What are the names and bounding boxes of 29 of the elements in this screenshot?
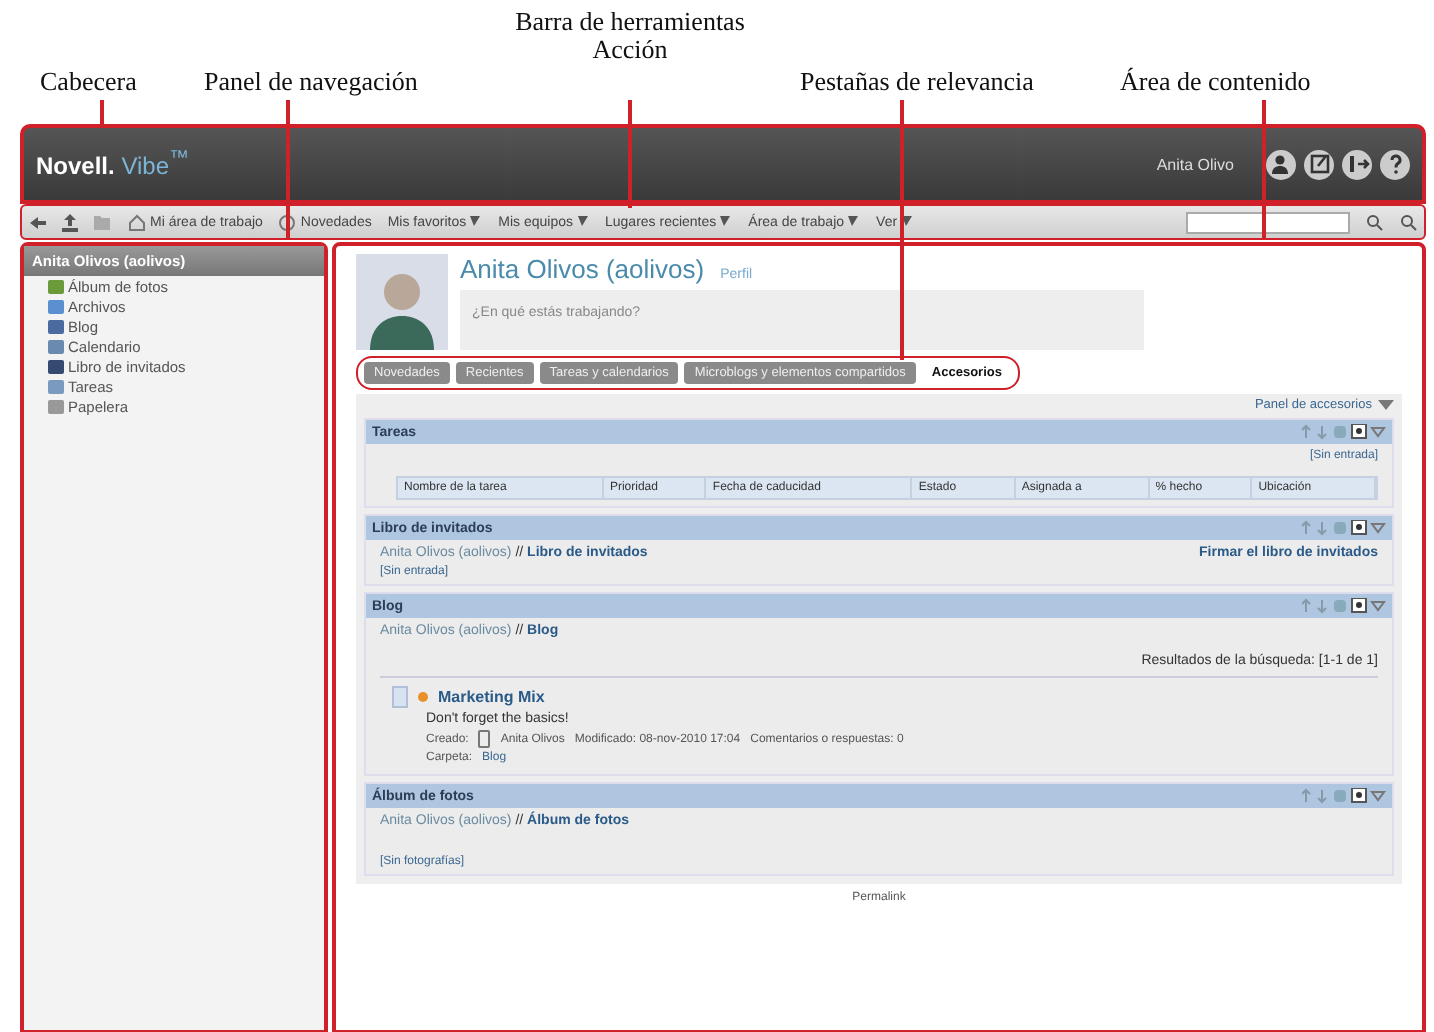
section-controls-icon[interactable] (1302, 520, 1386, 536)
section-controls-icon[interactable] (1302, 424, 1386, 440)
section-controls-icon[interactable] (1302, 598, 1386, 614)
search-icon[interactable] (1366, 213, 1384, 231)
caret-icon[interactable] (1378, 399, 1394, 411)
section-controls-icon[interactable] (1302, 788, 1386, 804)
search-options-icon[interactable] (1400, 213, 1418, 231)
document-icon (392, 686, 408, 708)
callout-label: Área de contenido (1120, 68, 1311, 96)
home-icon (128, 213, 146, 231)
callout-label: Panel de navegación (204, 68, 418, 96)
upload-icon[interactable] (60, 213, 80, 231)
callout-label: Barra de herramientas Acción (513, 8, 747, 64)
entry-title[interactable]: Marketing Mix (438, 688, 545, 706)
avatar-placeholder (356, 254, 448, 350)
help-icon[interactable] (1380, 149, 1410, 179)
user-icon[interactable] (1266, 149, 1296, 179)
callout-label: Pestañas de relevancia (800, 68, 1034, 96)
callout-label: Cabecera (40, 68, 137, 96)
unread-dot-icon (418, 692, 428, 702)
person-icon (478, 730, 491, 748)
back-icon[interactable] (28, 213, 48, 231)
search-field[interactable] (1186, 211, 1350, 233)
edit-icon[interactable] (1304, 149, 1334, 179)
user-name[interactable]: Anita Olivo (1156, 155, 1234, 173)
circle-icon (278, 213, 297, 231)
profile-name: Anita Olivos (aolivos) (460, 254, 705, 284)
logout-icon[interactable] (1342, 149, 1372, 179)
logo: Novell. Vibe$^{™}$ (36, 148, 191, 180)
